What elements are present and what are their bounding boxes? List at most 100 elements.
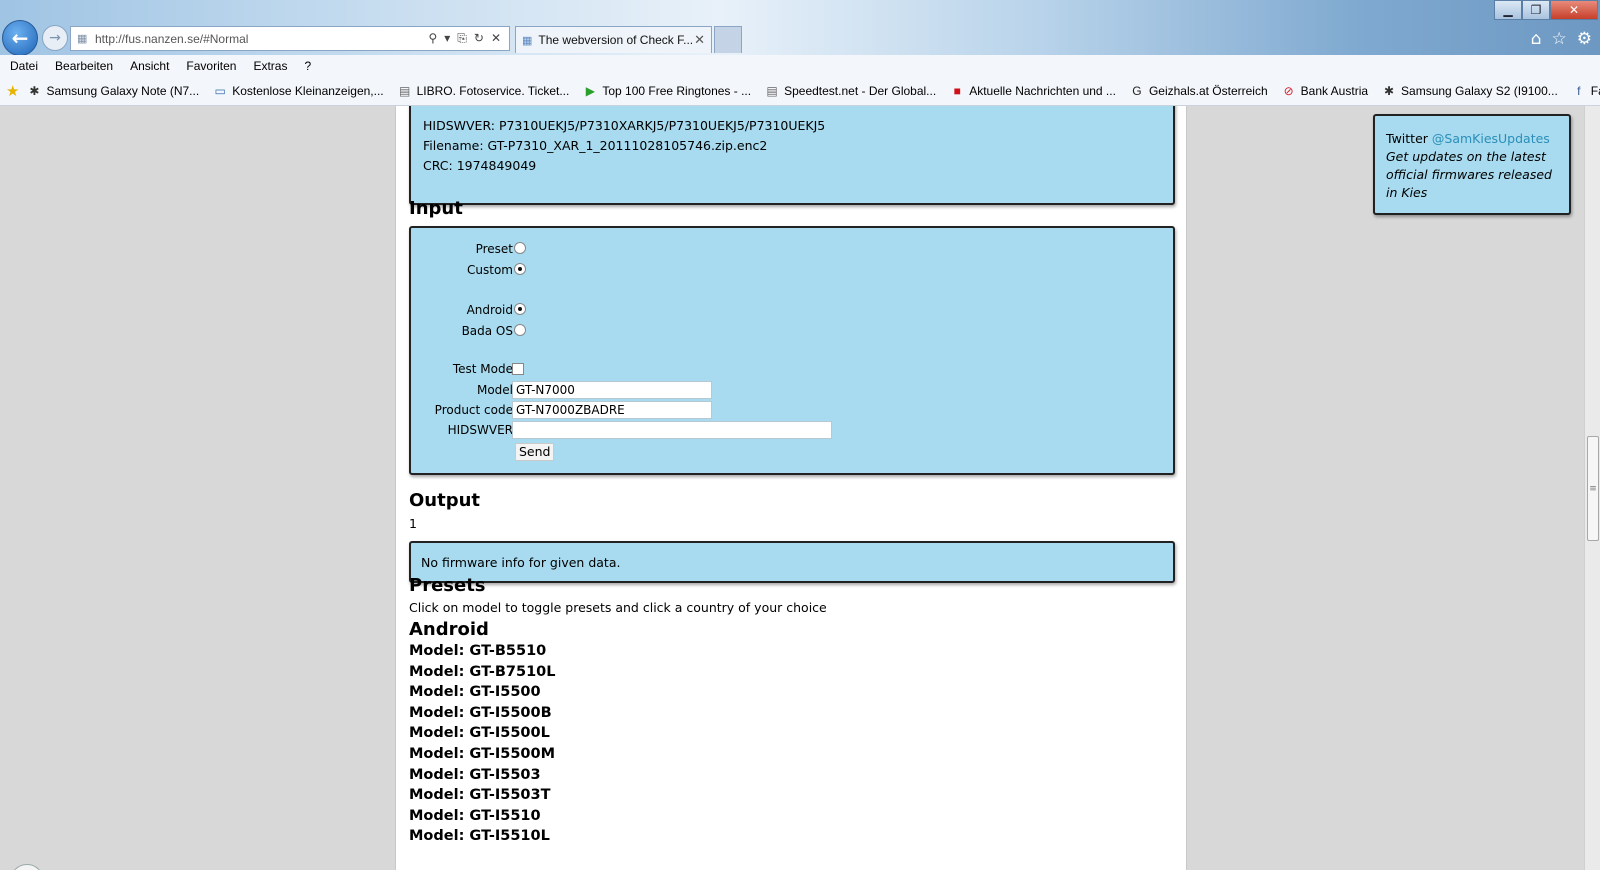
favorite-label: Kostenlose Kleinanzeigen,... [232, 84, 384, 98]
twitter-box: Twitter @SamKiesUpdates Get updates on t… [1373, 114, 1571, 215]
page-icon: ▤ [766, 84, 778, 98]
menu-datei[interactable]: Datei [10, 59, 38, 73]
stop-icon[interactable]: ✕ [491, 31, 501, 46]
back-arrow-icon: ← [11, 26, 29, 50]
twitter-title: Twitter [1386, 131, 1428, 146]
preset-model-item[interactable]: Model: GT-I5503T [409, 787, 551, 803]
menu-extras[interactable]: Extras [253, 59, 287, 73]
bada-radio[interactable] [514, 324, 526, 336]
url-text[interactable]: http://fus.nanzen.se/#Normal [95, 32, 428, 46]
android-presets-heading: Android [409, 619, 489, 640]
scroll-thumb[interactable]: ≡ [1587, 436, 1599, 541]
close-window-button[interactable]: ✕ [1550, 0, 1598, 20]
crc-line: CRC: 1974849049 [423, 158, 537, 173]
preset-model-item[interactable]: Model: GT-I5510 [409, 808, 541, 824]
vertical-scrollbar[interactable]: ≡ [1584, 106, 1600, 870]
content-column: HIDSWVER: P7310UEKJ5/P7310XARKJ5/P7310UE… [395, 106, 1187, 870]
android-icon: ✱ [29, 84, 40, 98]
output-heading: Output [409, 490, 481, 511]
hidswver-line: HIDSWVER: P7310UEKJ5/P7310XARKJ5/P7310UE… [423, 118, 826, 133]
favorites-bar: ★ ✱ Samsung Galaxy Note (N7... ▭ Kostenlose… [0, 77, 1600, 106]
model-input[interactable] [512, 381, 712, 399]
favorite-label: Samsung Galaxy Note (N7... [46, 84, 200, 98]
news-icon: ■ [953, 84, 961, 98]
android-label: Android [466, 303, 513, 317]
product-code-label: Product code [434, 403, 513, 417]
title-bar: ← → ▦ http://fus.nanzen.se/#Normal ⚲ ▾ ⎘… [0, 0, 1600, 56]
preset-model-item[interactable]: Model: GT-I5500M [409, 746, 555, 762]
preset-model-item[interactable]: Model: GT-I5500 [409, 684, 541, 700]
page-viewport: HIDSWVER: P7310UEKJ5/P7310XARKJ5/P7310UE… [0, 106, 1584, 870]
favorite-item[interactable]: G Geizhals.at Österreich [1130, 84, 1267, 98]
output-counter: 1 [409, 516, 417, 531]
minimize-button[interactable]: ▁ [1494, 0, 1522, 20]
menu-ansicht[interactable]: Ansicht [130, 59, 169, 73]
send-button[interactable]: Send [515, 443, 555, 461]
favorite-item[interactable]: ⊘ Bank Austria [1282, 84, 1368, 98]
presets-heading: Presets [409, 575, 486, 596]
browser-chrome: ← → ▦ http://fus.nanzen.se/#Normal ⚲ ▾ ⎘… [0, 0, 1600, 106]
preset-model-item[interactable]: Model: GT-B5510 [409, 643, 546, 659]
back-button[interactable]: ← [2, 20, 38, 56]
preset-model-item[interactable]: Model: GT-I5503 [409, 767, 541, 783]
browser-tools: ⌂ ☆ ⚙ [1531, 29, 1592, 49]
facebook-icon: f [1577, 84, 1581, 98]
search-icon[interactable]: ⚲ [428, 31, 437, 46]
favorite-item[interactable]: ■ Aktuelle Nachrichten und ... [950, 84, 1116, 98]
favorites-star-icon[interactable]: ☆ [1552, 29, 1567, 49]
hidswver-label: HIDSWVER [447, 423, 513, 437]
address-bar[interactable]: ▦ http://fus.nanzen.se/#Normal ⚲ ▾ ⎘ ↻ ✕ [70, 26, 510, 51]
favorite-label: Facebook [1590, 84, 1600, 98]
favorite-item[interactable]: ✱ Samsung Galaxy Note (N7... [27, 84, 199, 98]
favorite-item[interactable]: f Facebook [1572, 84, 1600, 98]
favorites-list: ✱ Samsung Galaxy Note (N7... ▭ Kostenlose K… [27, 84, 1600, 98]
tab-title: The webversion of Check F... [538, 33, 694, 47]
forward-arrow-icon: → [49, 30, 61, 46]
dropdown-icon[interactable]: ▾ [444, 31, 450, 46]
custom-radio[interactable] [514, 263, 526, 275]
menu-bearbeiten[interactable]: Bearbeiten [55, 59, 113, 73]
android-radio[interactable] [514, 303, 526, 315]
new-tab-button[interactable] [714, 26, 742, 53]
filename-line: Filename: GT-P7310_XAR_1_20111028105746.… [423, 138, 768, 153]
output-box: No firmware info for given data. [409, 541, 1175, 583]
preset-model-item[interactable]: Model: GT-B7510L [409, 664, 556, 680]
test-mode-checkbox[interactable] [512, 363, 524, 375]
forward-button[interactable]: → [42, 25, 68, 51]
favorites-add-star-icon[interactable]: ★ [6, 82, 19, 100]
home-icon[interactable]: ⌂ [1531, 29, 1542, 49]
hidswver-input[interactable] [512, 421, 832, 439]
menu-bar: Datei Bearbeiten Ansicht Favoriten Extra… [0, 55, 1600, 77]
compatibility-view-icon[interactable]: ⎘ [457, 31, 467, 46]
twitter-handle-link[interactable]: @SamKiesUpdates [1432, 131, 1550, 146]
favorite-item[interactable]: ▤ LIBRO. Fotoservice. Ticket... [398, 84, 569, 98]
input-heading: Input [409, 198, 463, 219]
maximize-button[interactable]: ❐ [1522, 0, 1550, 20]
product-code-input[interactable] [512, 401, 712, 419]
model-label: Model [476, 383, 513, 397]
favorite-item[interactable]: ▤ Speedtest.net - Der Global... [765, 84, 936, 98]
favorite-item[interactable]: ▶ Top 100 Free Ringtones - ... [583, 84, 751, 98]
test-mode-label: Test Mode [452, 362, 513, 376]
tab-active[interactable]: ▦ The webversion of Check F... ✕ [515, 26, 712, 53]
gear-icon[interactable]: ⚙ [1577, 29, 1592, 49]
favorite-item[interactable]: ✱ Samsung Galaxy S2 (I9100... [1382, 84, 1558, 98]
favorite-label: Aktuelle Nachrichten und ... [969, 84, 1116, 98]
favorite-label: Bank Austria [1300, 84, 1369, 98]
preset-model-item[interactable]: Model: GT-I5510L [409, 828, 550, 844]
preset-model-item[interactable]: Model: GT-I5500B [409, 705, 552, 721]
tab-close-icon[interactable]: ✕ [694, 32, 705, 48]
favorite-item[interactable]: ▭ Kostenlose Kleinanzeigen,... [213, 84, 384, 98]
firmware-info-box: HIDSWVER: P7310UEKJ5/P7310XARKJ5/P7310UE… [409, 106, 1175, 205]
android-icon: ✱ [1384, 84, 1395, 98]
twitter-text: Get updates on the latest official firmw… [1386, 149, 1552, 200]
menu-help[interactable]: ? [304, 59, 311, 73]
bada-label: Bada OS [461, 324, 513, 338]
refresh-icon[interactable]: ↻ [474, 31, 484, 46]
menu-favoriten[interactable]: Favoriten [186, 59, 236, 73]
tab-favicon-icon: ▦ [522, 34, 533, 47]
page-icon: ▦ [77, 33, 88, 45]
preset-radio[interactable] [514, 242, 526, 254]
play-icon: ▶ [585, 84, 595, 98]
preset-model-item[interactable]: Model: GT-I5500L [409, 725, 550, 741]
